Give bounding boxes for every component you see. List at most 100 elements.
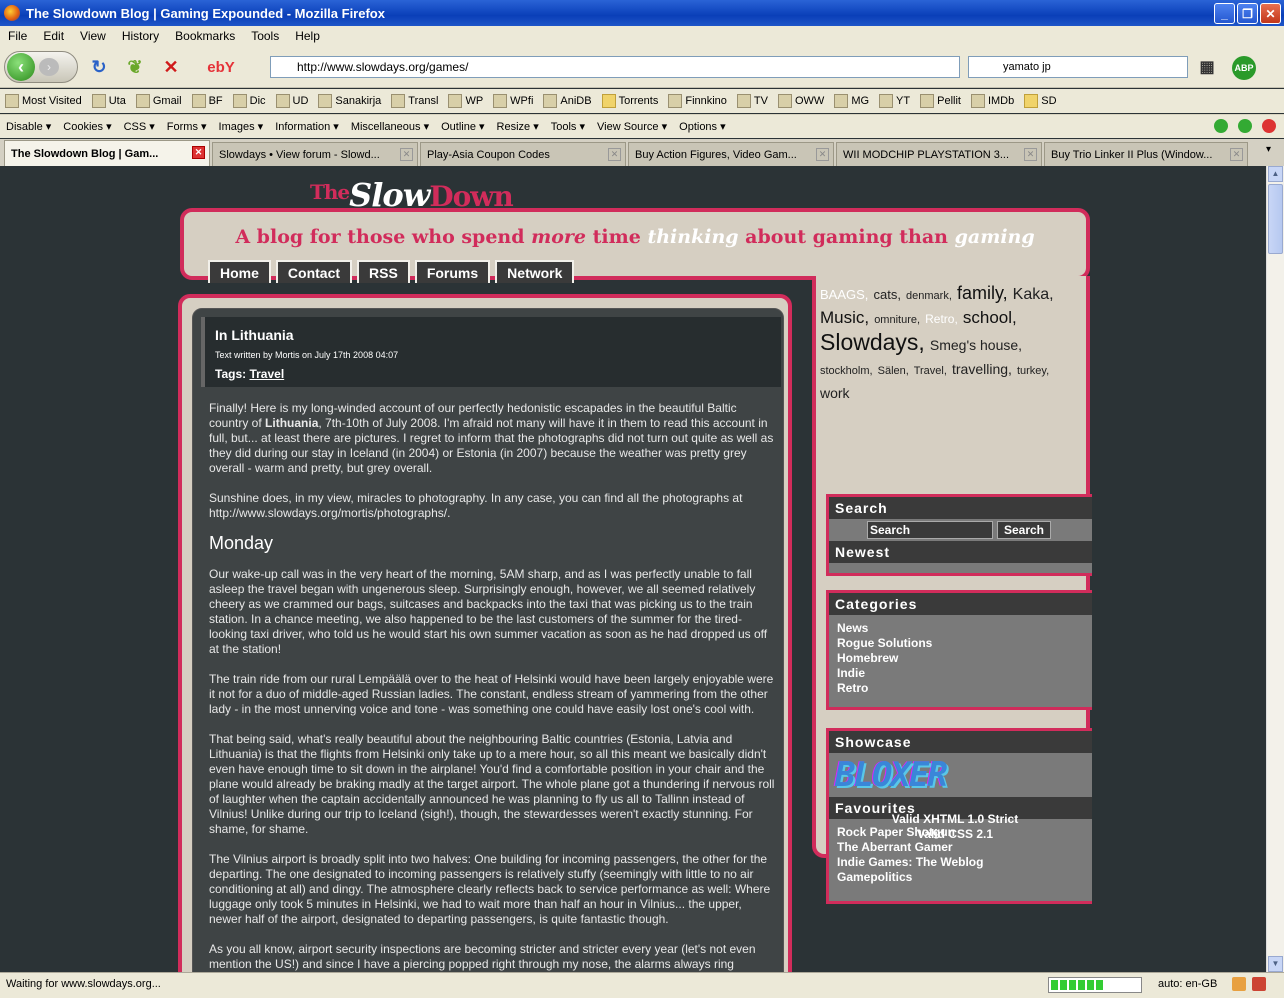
sidebar-search-input[interactable]: Search xyxy=(867,521,993,539)
tag-travel-link[interactable]: Travel xyxy=(249,367,284,381)
tab-wii-modchip[interactable]: WII MODCHIP PLAYSTATION 3... ✕ xyxy=(836,142,1042,166)
valid-xhtml-link[interactable]: Valid XHTML 1.0 Strict xyxy=(816,812,1094,827)
firefox-status-icon[interactable] xyxy=(1252,977,1266,991)
bookmark-oww[interactable]: OWW xyxy=(773,94,829,108)
bookmark-wp[interactable]: WP xyxy=(443,94,488,108)
valid-icon[interactable] xyxy=(1238,119,1252,133)
tag-cloud-item[interactable]: Music, xyxy=(820,308,869,327)
dev-outline[interactable]: Outline ▾ xyxy=(435,120,490,133)
close-tab-icon[interactable]: ✕ xyxy=(608,148,621,161)
bookmark-finnkino[interactable]: Finnkino xyxy=(663,94,732,108)
forward-arrow-icon[interactable]: › xyxy=(39,58,59,76)
url-input[interactable]: http://www.slowdays.org/games/ xyxy=(270,56,960,78)
scroll-down-icon[interactable]: ▼ xyxy=(1268,956,1283,972)
tab-trio-linker[interactable]: Buy Trio Linker II Plus (Window... ✕ xyxy=(1044,142,1248,166)
tag-cloud-item[interactable]: work xyxy=(820,385,850,401)
tag-cloud-item[interactable]: Retro, xyxy=(925,312,958,326)
close-tab-icon[interactable]: ✕ xyxy=(1230,148,1243,161)
search-input[interactable]: yamato jp xyxy=(968,56,1188,78)
dev-options[interactable]: Options ▾ xyxy=(673,120,732,133)
vertical-scrollbar[interactable]: ▲ ▼ xyxy=(1266,166,1284,972)
tools-icon[interactable] xyxy=(1232,977,1246,991)
bookmark-transl[interactable]: Transl xyxy=(386,94,443,108)
bookmark-pellit[interactable]: Pellit xyxy=(915,94,966,108)
tag-cloud-item[interactable]: family, xyxy=(957,283,1008,303)
bookmark-wpfi[interactable]: WPfi xyxy=(488,94,538,108)
bookmark-tv[interactable]: TV xyxy=(732,94,773,108)
back-arrow-icon[interactable]: ‹ xyxy=(7,53,35,81)
windows-icon[interactable]: ▦ xyxy=(1196,56,1218,78)
tag-cloud-item[interactable]: cats, xyxy=(873,287,900,302)
maximize-button[interactable]: ❐ xyxy=(1237,3,1258,24)
scroll-up-icon[interactable]: ▲ xyxy=(1268,166,1283,182)
dev-images[interactable]: Images ▾ xyxy=(213,120,270,133)
tab-play-asia[interactable]: Play-Asia Coupon Codes ✕ xyxy=(420,142,626,166)
bookmark-gmail[interactable]: Gmail xyxy=(131,94,187,108)
menu-tools[interactable]: Tools xyxy=(243,29,287,43)
category-homebrew[interactable]: Homebrew xyxy=(837,651,1092,666)
close-tab-icon[interactable]: ✕ xyxy=(192,146,205,159)
nav-network[interactable]: Network xyxy=(495,260,575,283)
bookmark-uta[interactable]: Uta xyxy=(87,94,131,108)
tag-cloud-item[interactable]: travelling, xyxy=(952,361,1012,377)
menu-history[interactable]: History xyxy=(114,29,167,43)
close-tab-icon[interactable]: ✕ xyxy=(816,148,829,161)
tag-cloud-item[interactable]: Kaka, xyxy=(1013,286,1054,303)
bookmark-torrents[interactable]: Torrents xyxy=(597,94,664,108)
reload-icon[interactable]: ↻ xyxy=(88,56,110,78)
tag-cloud-item[interactable]: Smeg's house, xyxy=(930,337,1022,353)
category-indie[interactable]: Indie xyxy=(837,666,1092,681)
bookmark-bf[interactable]: BF xyxy=(187,94,228,108)
stop-icon[interactable]: ✕ xyxy=(160,56,182,78)
adblock-icon[interactable]: ABP xyxy=(1232,56,1256,80)
menu-edit[interactable]: Edit xyxy=(35,29,72,43)
category-news[interactable]: News xyxy=(837,621,1092,636)
dev-css[interactable]: CSS ▾ xyxy=(118,120,161,133)
leaf-icon[interactable]: ❦ xyxy=(124,56,146,78)
dev-miscellaneous[interactable]: Miscellaneous ▾ xyxy=(345,120,435,133)
nav-rss[interactable]: RSS xyxy=(357,260,410,283)
tag-cloud-item[interactable]: omniture, xyxy=(874,314,920,326)
bloxer-banner[interactable]: BLOXER xyxy=(829,753,1092,797)
checkmark-icon[interactable] xyxy=(1214,119,1228,133)
dev-view-source[interactable]: View Source ▾ xyxy=(591,120,673,133)
tab-list-button[interactable]: ▾ xyxy=(1266,144,1280,164)
bookmark-sanakirja[interactable]: Sanakirja xyxy=(313,94,386,108)
dev-resize[interactable]: Resize ▾ xyxy=(491,120,545,133)
tag-cloud-item[interactable]: Sälen, xyxy=(878,365,909,377)
bookmark-ud[interactable]: UD xyxy=(271,94,314,108)
close-tab-icon[interactable]: ✕ xyxy=(400,148,413,161)
bookmark-most-visited[interactable]: Most Visited xyxy=(0,94,87,108)
tag-cloud-item[interactable]: BAAGS, xyxy=(820,287,868,302)
bookmark-dic[interactable]: Dic xyxy=(228,94,271,108)
scroll-thumb[interactable] xyxy=(1268,184,1283,254)
nav-home[interactable]: Home xyxy=(208,260,271,283)
tag-cloud-item[interactable]: school, xyxy=(963,308,1017,327)
tag-cloud-item[interactable]: Slowdays, xyxy=(820,329,925,355)
tag-cloud-item[interactable]: turkey, xyxy=(1017,365,1049,377)
tab-slowdown-blog[interactable]: The Slowdown Blog | Gam... ✕ xyxy=(4,140,210,166)
close-window-button[interactable]: ✕ xyxy=(1260,3,1281,24)
bookmark-anidb[interactable]: AniDB xyxy=(538,94,596,108)
category-retro[interactable]: Retro xyxy=(837,681,1092,696)
menu-file[interactable]: File xyxy=(0,29,35,43)
menu-help[interactable]: Help xyxy=(287,29,328,43)
minimize-button[interactable]: _ xyxy=(1214,3,1235,24)
tag-cloud-item[interactable]: Travel, xyxy=(914,365,947,377)
tag-cloud-item[interactable]: stockholm, xyxy=(820,365,873,377)
sidebar-search-button[interactable]: Search xyxy=(997,521,1051,539)
dev-forms[interactable]: Forms ▾ xyxy=(161,120,213,133)
favourite-aberrant-gamer[interactable]: The Aberrant Gamer xyxy=(837,840,1092,855)
valid-css-link[interactable]: Valid CSS 2.1 xyxy=(816,827,1094,842)
dev-disable[interactable]: Disable ▾ xyxy=(0,120,57,133)
tag-cloud-item[interactable]: denmark, xyxy=(906,290,952,302)
error-icon[interactable] xyxy=(1262,119,1276,133)
ebay-icon[interactable]: ebY xyxy=(198,56,244,78)
bookmark-sd[interactable]: SD xyxy=(1019,94,1061,108)
favourite-indie-games-weblog[interactable]: Indie Games: The Weblog xyxy=(837,855,1092,870)
tab-action-figures[interactable]: Buy Action Figures, Video Gam... ✕ xyxy=(628,142,834,166)
spellcheck-language[interactable]: auto: en-GB xyxy=(1158,978,1217,990)
nav-forums[interactable]: Forums xyxy=(414,260,491,283)
dev-cookies[interactable]: Cookies ▾ xyxy=(57,120,117,133)
favourite-gamepolitics[interactable]: Gamepolitics xyxy=(837,870,1092,885)
